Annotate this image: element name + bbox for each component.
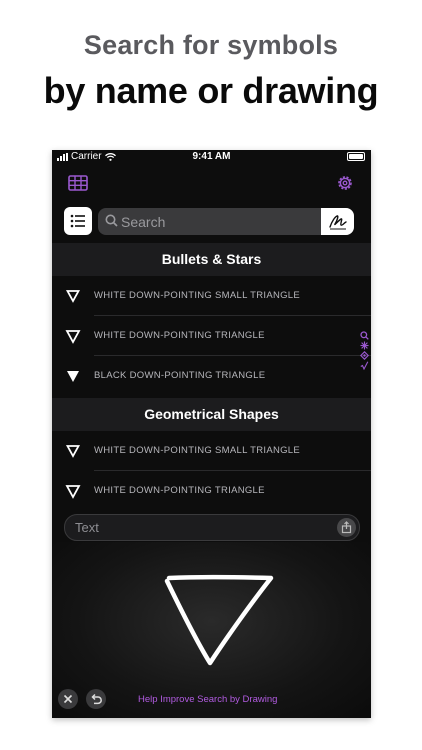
share-button[interactable] (337, 518, 356, 537)
drawn-triangle-stroke (164, 575, 274, 666)
draw-search-button[interactable] (321, 208, 354, 235)
white-small-down-triangle-icon (65, 290, 81, 303)
grid-icon (68, 175, 88, 191)
undo-button[interactable] (86, 689, 106, 709)
grid-button[interactable] (68, 172, 90, 194)
nav-bar (52, 168, 371, 196)
index-star-icon (360, 341, 368, 350)
search-icon (105, 214, 118, 232)
list-item[interactable]: WHITE DOWN-POINTING SMALL TRIANGLE (52, 276, 371, 316)
index-search-icon (359, 331, 369, 340)
search-placeholder: Search (121, 214, 166, 230)
help-improve-link[interactable]: Help Improve Search by Drawing (138, 694, 277, 705)
clear-drawing-button[interactable] (58, 689, 78, 709)
phone-screen: Carrier 9:41 AM Search Bullets & Stars W… (52, 150, 371, 718)
white-down-triangle-icon (65, 485, 81, 499)
close-icon (63, 694, 73, 704)
battery-icon (347, 152, 365, 161)
list-item[interactable]: WHITE DOWN-POINTING TRIANGLE (52, 471, 371, 511)
symbol-name: WHITE DOWN-POINTING TRIANGLE (94, 485, 265, 496)
symbol-name: WHITE DOWN-POINTING SMALL TRIANGLE (94, 290, 301, 301)
draw-icon (329, 215, 347, 230)
undo-icon (91, 693, 102, 705)
text-input[interactable]: Text (64, 514, 360, 541)
white-down-triangle-icon (65, 330, 81, 344)
search-input[interactable]: Search (98, 208, 354, 235)
list-view-button[interactable] (64, 207, 92, 235)
symbol-name: WHITE DOWN-POINTING SMALL TRIANGLE (94, 445, 301, 456)
index-shape-icon (359, 351, 369, 360)
list-item[interactable]: WHITE DOWN-POINTING SMALL TRIANGLE (52, 431, 371, 471)
index-math-icon (360, 361, 368, 370)
drawing-canvas[interactable]: Help Improve Search by Drawing (52, 542, 371, 718)
symbol-name: BLACK DOWN-POINTING TRIANGLE (94, 370, 266, 381)
section-header: Geometrical Shapes (52, 398, 371, 431)
list-item[interactable]: WHITE DOWN-POINTING TRIANGLE (52, 316, 371, 356)
search-row: Search (52, 206, 371, 238)
section-index-bar[interactable] (358, 331, 370, 375)
status-bar: Carrier 9:41 AM (52, 150, 371, 164)
headline-secondary: by name or drawing (43, 70, 379, 111)
section-header: Bullets & Stars (52, 243, 371, 276)
symbol-name: WHITE DOWN-POINTING TRIANGLE (94, 330, 265, 341)
headline-primary: Search for symbols (83, 30, 339, 60)
list-icon (70, 214, 85, 228)
status-time: 9:41 AM (192, 151, 231, 162)
gear-icon (338, 176, 352, 190)
share-icon (341, 521, 352, 534)
text-placeholder: Text (75, 520, 99, 535)
white-small-down-triangle-icon (65, 445, 81, 458)
list-item[interactable]: BLACK DOWN-POINTING TRIANGLE (52, 356, 371, 396)
black-down-triangle-icon (67, 371, 79, 382)
settings-button[interactable] (335, 172, 357, 194)
